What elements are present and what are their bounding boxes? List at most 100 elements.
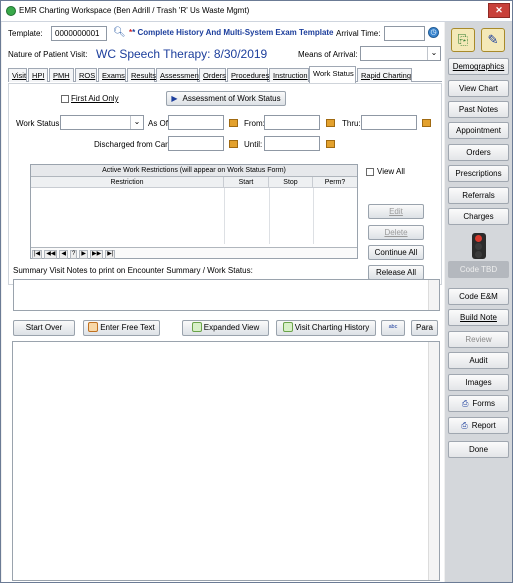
until-input[interactable] — [264, 136, 320, 151]
app-icon — [6, 6, 16, 16]
tab-hpi[interactable]: HPI — [28, 68, 48, 82]
tab-procedures[interactable]: Procedures — [227, 68, 269, 82]
tab-work-status[interactable]: Work Status — [309, 66, 356, 83]
forms-label: Forms — [472, 399, 496, 408]
code-tbd-button[interactable]: Code TBD — [448, 261, 509, 278]
expanded-view-label: Expanded View — [203, 323, 260, 332]
work-status-select[interactable]: ⌄ — [60, 115, 144, 130]
edit-restriction-button[interactable]: Edit — [368, 204, 424, 219]
visit-charting-history-button[interactable]: Visit Charting History — [276, 320, 376, 336]
column-header-start[interactable]: Start — [224, 177, 269, 188]
as-of-input[interactable] — [168, 115, 224, 130]
done-button[interactable]: Done — [448, 441, 509, 458]
column-header-restriction[interactable]: Restriction — [31, 177, 224, 188]
appointment-button[interactable]: Appointment — [448, 122, 509, 139]
means-of-arrival-select[interactable]: ⌄ — [360, 46, 441, 61]
tab-exams[interactable]: Exams — [98, 68, 126, 82]
view-all-checkbox[interactable] — [366, 168, 374, 176]
template-label: Template: — [8, 29, 43, 38]
tab-orders[interactable]: Orders — [199, 68, 226, 82]
grid-divider — [269, 188, 270, 244]
copy-chart-icon[interactable]: ⎘ — [451, 28, 475, 52]
review-button[interactable]: Review — [448, 331, 509, 348]
continue-all-button[interactable]: Continue All — [368, 245, 424, 260]
traffic-light-icon — [472, 233, 486, 259]
grid-divider — [224, 188, 225, 244]
history-icon — [282, 322, 293, 332]
images-button[interactable]: Images — [448, 374, 509, 391]
start-over-button[interactable]: Start Over — [13, 320, 75, 336]
assessment-button-label: Assessment of Work Status — [182, 94, 281, 103]
summary-scrollbar[interactable] — [428, 280, 439, 310]
chevron-down-icon[interactable]: ⌄ — [427, 47, 440, 60]
calendar-icon[interactable] — [229, 119, 238, 127]
close-button[interactable]: ✕ — [488, 3, 510, 18]
enter-free-text-label: Enter Free Text — [100, 323, 155, 332]
demographics-button[interactable]: Demographics — [448, 58, 509, 75]
view-all-label: View All — [377, 167, 405, 176]
audit-button[interactable]: Audit — [448, 352, 509, 369]
calendar-icon[interactable] — [326, 119, 335, 127]
from-label: From: — [244, 119, 265, 128]
title-bar: EMR Charting Workspace (Ben Adrill / Tra… — [1, 1, 512, 22]
emr-charting-window: EMR Charting Workspace (Ben Adrill / Tra… — [0, 0, 513, 583]
nav-next-page-button[interactable]: ▶▶ — [90, 250, 104, 259]
search-icon[interactable]: 🔍︎ — [113, 27, 126, 38]
tab-results[interactable]: Results — [127, 68, 156, 82]
first-aid-checkbox[interactable] — [61, 95, 69, 103]
calendar-icon[interactable] — [229, 140, 238, 148]
calendar-icon[interactable] — [422, 119, 431, 127]
right-sidebar: ⎘ ✎ Demographics View Chart Past Notes A… — [445, 22, 512, 582]
sign-note-icon[interactable]: ✎ — [481, 28, 505, 52]
nav-prev-button[interactable]: ◀ — [59, 250, 69, 259]
as-of-label: As Of: — [148, 119, 171, 128]
tab-pmh[interactable]: PMH — [49, 68, 74, 82]
tab-rapid-charting[interactable]: Rapid Charting — [357, 68, 412, 82]
view-chart-button[interactable]: View Chart — [448, 80, 509, 97]
note-editor[interactable] — [12, 341, 440, 581]
clock-icon[interactable]: ◷ — [428, 27, 439, 38]
grid-divider — [313, 188, 314, 244]
prescriptions-button[interactable]: Prescriptions — [448, 165, 509, 182]
discharged-input[interactable] — [168, 136, 224, 151]
referrals-button[interactable]: Referrals — [448, 187, 509, 204]
release-all-button[interactable]: Release All — [368, 265, 424, 280]
delete-restriction-button[interactable]: Delete — [368, 225, 424, 240]
calendar-icon[interactable] — [326, 140, 335, 148]
report-button[interactable]: ⎙ Report — [448, 417, 509, 434]
charges-button[interactable]: Charges — [448, 208, 509, 225]
column-header-perm[interactable]: Perm? — [313, 177, 357, 188]
first-aid-label: First Aid Only — [71, 94, 119, 103]
tab-assessment[interactable]: Assessment — [156, 68, 201, 82]
past-notes-button[interactable]: Past Notes — [448, 101, 509, 118]
tab-visit[interactable]: Visit — [8, 68, 27, 82]
expanded-view-button[interactable]: Expanded View — [182, 320, 269, 336]
nav-next-button[interactable]: ▶ — [79, 250, 89, 259]
thru-input[interactable] — [361, 115, 417, 130]
tab-ros[interactable]: ROS — [75, 68, 97, 82]
tab-instruction[interactable]: Instruction — [269, 68, 309, 82]
enter-free-text-button[interactable]: Enter Free Text — [83, 320, 160, 336]
nav-prev-page-button[interactable]: ◀◀ — [44, 250, 58, 259]
code-em-button[interactable]: Code E&M — [448, 288, 509, 305]
orders-button[interactable]: Orders — [448, 144, 509, 161]
template-input[interactable]: 0000000001 — [51, 26, 107, 41]
assessment-of-work-status-button[interactable]: ▶ Assessment of Work Status — [166, 91, 286, 106]
until-label: Until: — [244, 140, 263, 149]
expand-icon — [191, 322, 202, 332]
window-title: EMR Charting Workspace (Ben Adrill / Tra… — [19, 6, 250, 15]
chevron-down-icon[interactable]: ⌄ — [130, 116, 143, 129]
from-input[interactable] — [264, 115, 320, 130]
nav-last-button[interactable]: ▶| — [105, 250, 116, 259]
nav-first-button[interactable]: |◀ — [32, 250, 43, 259]
forms-button[interactable]: ⎙ Forms — [448, 395, 509, 412]
editor-scrollbar[interactable] — [428, 342, 439, 580]
para-button[interactable]: Para — [411, 320, 438, 336]
column-header-stop[interactable]: Stop — [269, 177, 313, 188]
summary-notes-textarea[interactable] — [13, 279, 440, 311]
build-note-button[interactable]: Build Note — [448, 309, 509, 326]
spellcheck-button[interactable]: ᵃᵇᶜ — [381, 320, 405, 336]
main-panel: Template: 0000000001 🔍︎ ** Complete Hist… — [2, 22, 444, 582]
nav-position[interactable]: ? — [70, 250, 78, 259]
arrival-time-input[interactable] — [384, 26, 425, 41]
